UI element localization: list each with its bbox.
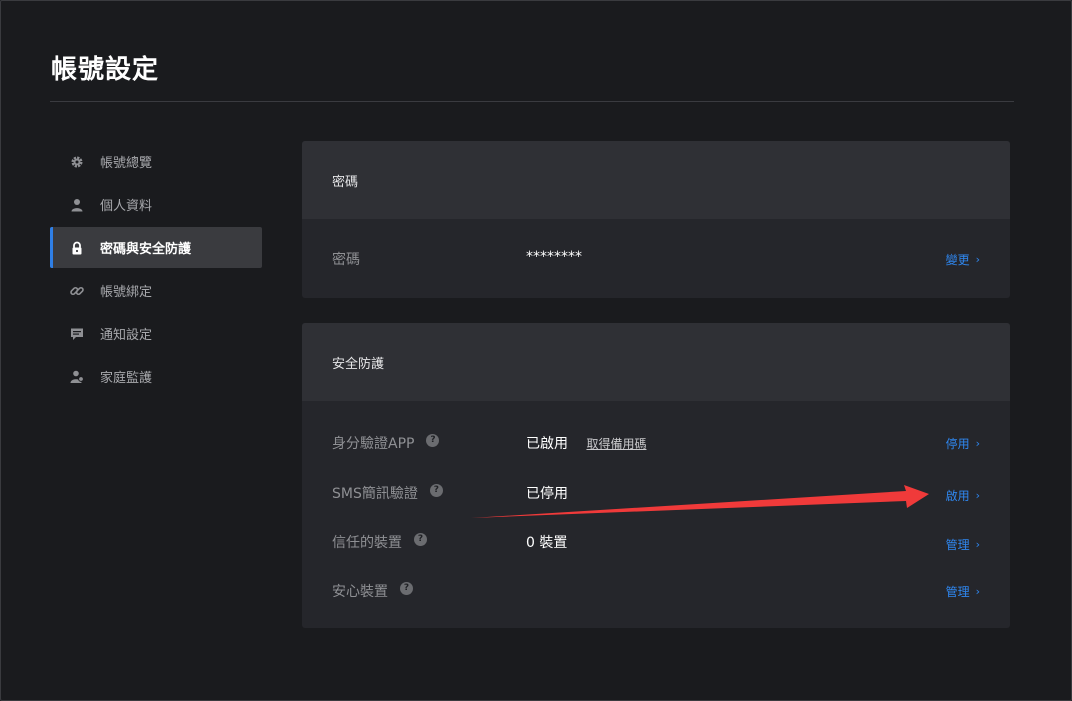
settings-window: 帳號設定 帳號總覽 個人資料 密碼與安全防護 帳號綁定 通知設定 家庭監護 密碼… bbox=[0, 0, 1072, 701]
password-card: 密碼 密碼 ******** 變更 › bbox=[302, 141, 1010, 298]
manage-safe-device-button[interactable]: 管理 › bbox=[946, 583, 980, 600]
authenticator-app-row: 身分驗證APP ? 已啟用 取得備用碼 停用 › bbox=[302, 427, 1010, 457]
action-label: 啟用 bbox=[945, 489, 970, 503]
row-label: 信任的裝置 ? bbox=[332, 532, 427, 552]
gear-icon bbox=[70, 155, 84, 169]
sidebar-item-label: 家庭監護 bbox=[100, 371, 153, 386]
message-icon bbox=[70, 327, 84, 341]
sidebar-item-label: 通知設定 bbox=[100, 328, 153, 343]
chevron-right-icon: › bbox=[975, 489, 980, 502]
row-label-text: 身分驗證APP bbox=[332, 436, 415, 452]
sidebar-item-profile[interactable]: 個人資料 bbox=[50, 184, 262, 225]
family-icon bbox=[70, 370, 84, 384]
row-label-text: 信任的裝置 bbox=[332, 535, 402, 551]
row-label: 身分驗證APP ? bbox=[332, 433, 440, 453]
status-value: 已啟用 取得備用碼 bbox=[526, 433, 646, 453]
action-label: 變更 bbox=[945, 253, 970, 267]
sidebar-item-account-overview[interactable]: 帳號總覽 bbox=[50, 141, 262, 182]
action-label: 管理 bbox=[945, 585, 970, 599]
page-title: 帳號設定 bbox=[51, 55, 160, 85]
help-icon[interactable]: ? bbox=[400, 581, 413, 595]
password-value: ******** bbox=[526, 249, 582, 265]
sidebar-item-password-security[interactable]: 密碼與安全防護 bbox=[50, 227, 262, 268]
status-text: 已啟用 bbox=[526, 436, 568, 452]
help-icon[interactable]: ? bbox=[426, 433, 440, 447]
sidebar: 帳號總覽 個人資料 密碼與安全防護 帳號綁定 通知設定 家庭監護 bbox=[50, 141, 262, 399]
trusted-devices-row: 信任的裝置 ? 0 裝置 管理 › bbox=[302, 526, 1010, 556]
row-label-text: SMS簡訊驗證 bbox=[332, 486, 418, 502]
password-row: 密碼 ******** 變更 › bbox=[302, 243, 1010, 273]
help-icon[interactable]: ? bbox=[414, 532, 427, 546]
card-title: 密碼 bbox=[302, 141, 1010, 219]
card-title: 安全防護 bbox=[302, 323, 1010, 401]
link-icon bbox=[70, 284, 84, 298]
sidebar-item-label: 密碼與安全防護 bbox=[100, 242, 192, 257]
sidebar-item-label: 帳號綁定 bbox=[100, 285, 153, 300]
chevron-right-icon: › bbox=[975, 585, 980, 598]
row-label: 安心裝置 ? bbox=[332, 581, 413, 601]
disable-authenticator-button[interactable]: 停用 › bbox=[946, 435, 980, 452]
chevron-right-icon: › bbox=[975, 253, 980, 266]
safe-device-row: 安心裝置 ? 管理 › bbox=[302, 575, 1010, 605]
chevron-right-icon: › bbox=[975, 437, 980, 450]
manage-trusted-devices-button[interactable]: 管理 › bbox=[946, 536, 980, 553]
sidebar-item-family[interactable]: 家庭監護 bbox=[50, 356, 262, 397]
sms-verification-row: SMS簡訊驗證 ? 已停用 啟用 › bbox=[302, 477, 1010, 507]
enable-sms-button[interactable]: 啟用 › bbox=[946, 487, 980, 504]
security-card: 安全防護 身分驗證APP ? 已啟用 取得備用碼 停用 › SMS簡訊驗證 ? … bbox=[302, 323, 1010, 628]
status-value: 0 裝置 bbox=[526, 535, 568, 551]
chevron-right-icon: › bbox=[975, 538, 980, 551]
row-label: SMS簡訊驗證 ? bbox=[332, 483, 443, 503]
sidebar-item-account-binding[interactable]: 帳號綁定 bbox=[50, 270, 262, 311]
sidebar-item-label: 帳號總覽 bbox=[100, 156, 153, 171]
sidebar-item-label: 個人資料 bbox=[100, 199, 153, 214]
row-label: 密碼 bbox=[332, 252, 360, 268]
get-backup-codes-link[interactable]: 取得備用碼 bbox=[586, 437, 646, 451]
help-icon[interactable]: ? bbox=[429, 483, 443, 497]
row-label-text: 安心裝置 bbox=[332, 584, 388, 600]
title-divider bbox=[50, 101, 1014, 102]
change-password-button[interactable]: 變更 › bbox=[946, 251, 980, 268]
action-label: 管理 bbox=[945, 538, 970, 552]
status-value: 已停用 bbox=[526, 486, 568, 502]
action-label: 停用 bbox=[945, 437, 970, 451]
sidebar-item-notifications[interactable]: 通知設定 bbox=[50, 313, 262, 354]
user-icon bbox=[70, 198, 84, 212]
lock-icon bbox=[70, 241, 84, 255]
